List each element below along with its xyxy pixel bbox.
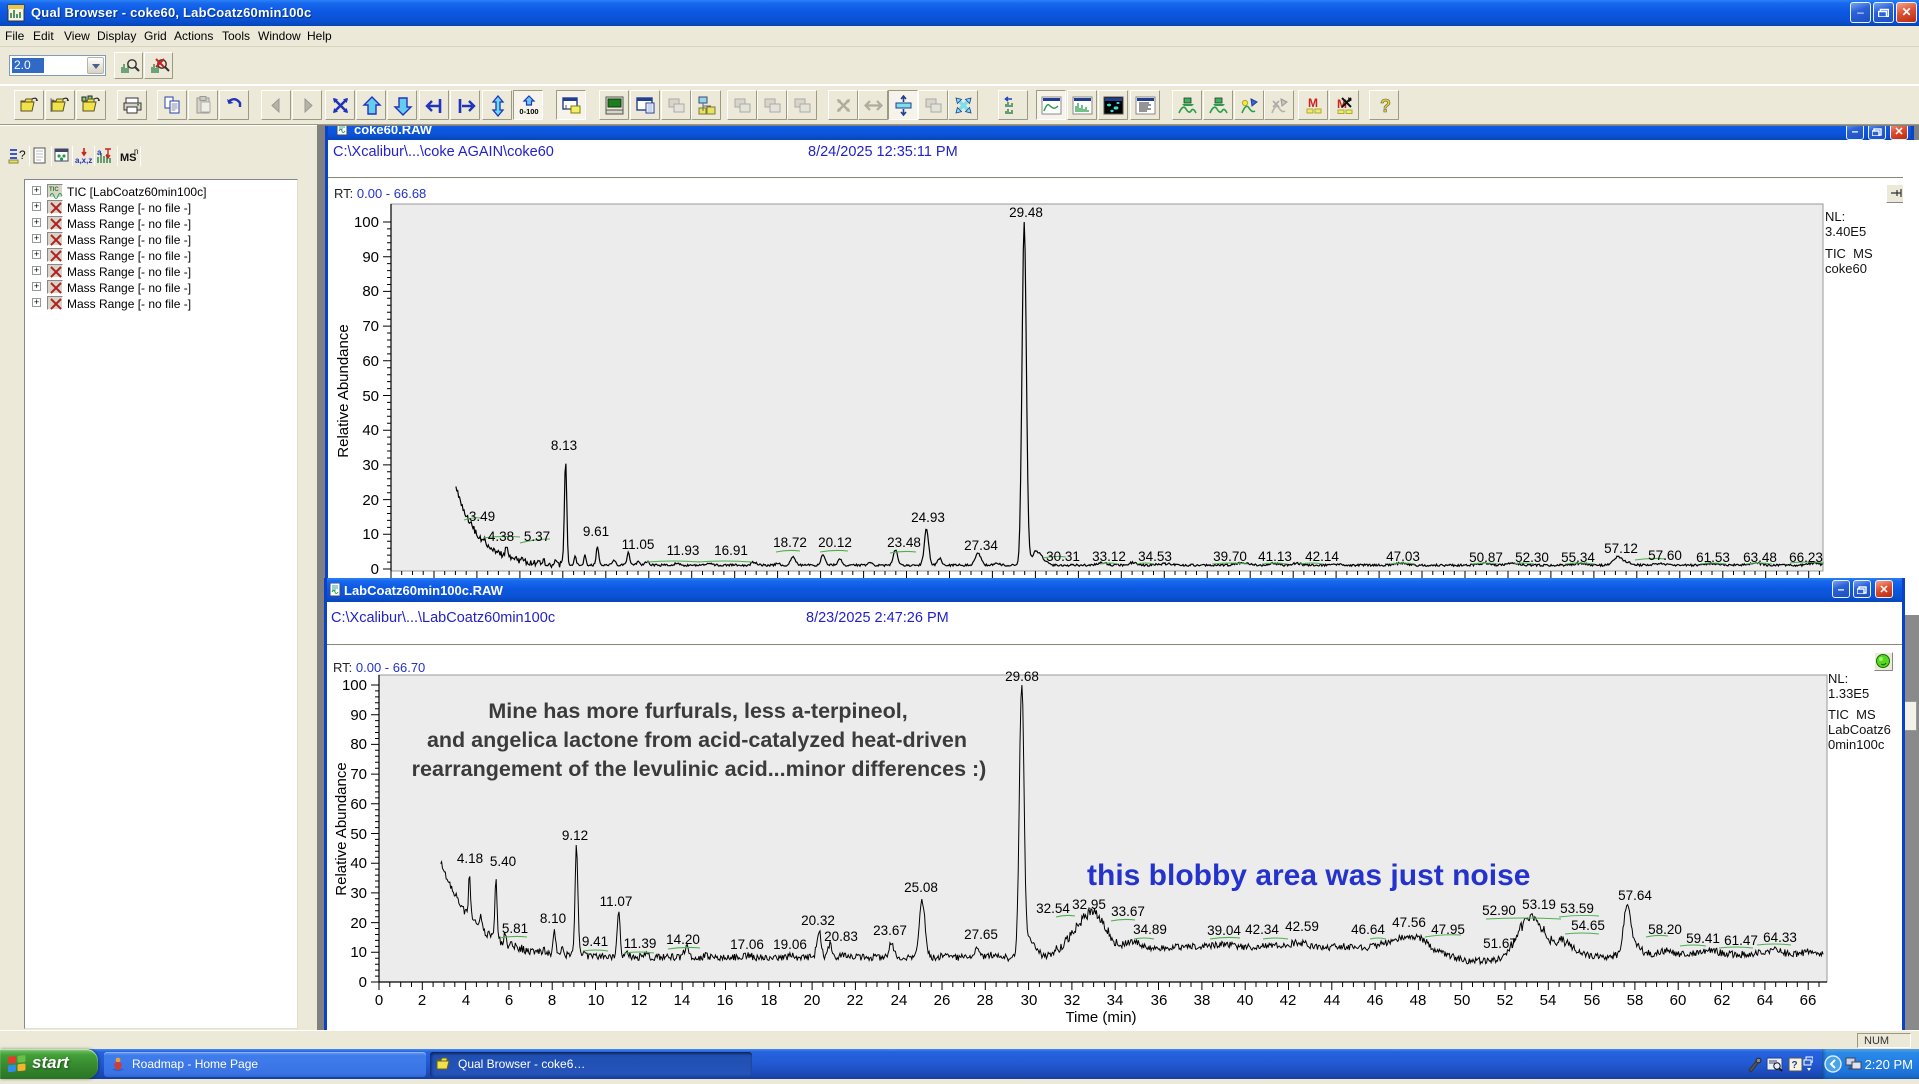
svg-text:40: 40 <box>350 855 367 872</box>
svg-text:59.41: 59.41 <box>1686 931 1720 946</box>
svg-text:33.67: 33.67 <box>1111 904 1145 919</box>
svg-text:54.65: 54.65 <box>1571 918 1605 933</box>
svg-text:57.64: 57.64 <box>1618 888 1652 903</box>
svg-text:9.12: 9.12 <box>562 828 588 843</box>
svg-text:46.64: 46.64 <box>1351 922 1385 937</box>
svg-text:a: a <box>97 148 102 157</box>
svg-text:30: 30 <box>350 885 367 902</box>
svg-text:52: 52 <box>1497 992 1514 1009</box>
svg-text:0: 0 <box>375 992 383 1009</box>
svg-text:50: 50 <box>1454 992 1471 1009</box>
svg-text:90: 90 <box>350 707 367 724</box>
svg-text:36: 36 <box>1151 992 1168 1009</box>
svg-text:22: 22 <box>847 992 864 1009</box>
svg-text:46: 46 <box>1367 992 1384 1009</box>
svg-text:58: 58 <box>1627 992 1644 1009</box>
svg-text:80: 80 <box>350 736 367 753</box>
svg-text:54: 54 <box>1540 992 1557 1009</box>
svg-text:29.68: 29.68 <box>1005 669 1039 684</box>
svg-text:60: 60 <box>350 796 367 813</box>
svg-text:64: 64 <box>1757 992 1774 1009</box>
svg-text:11.07: 11.07 <box>600 894 633 909</box>
svg-text:38: 38 <box>1194 992 1211 1009</box>
svg-text:47.95: 47.95 <box>1431 922 1465 937</box>
svg-text:18: 18 <box>761 992 778 1009</box>
svg-text:32: 32 <box>1064 992 1081 1009</box>
svg-text:9.41: 9.41 <box>582 934 608 949</box>
svg-text:5.81: 5.81 <box>502 921 528 936</box>
svg-text:6: 6 <box>505 992 513 1009</box>
svg-text:27.65: 27.65 <box>964 927 998 942</box>
svg-text:47.56: 47.56 <box>1392 915 1426 930</box>
svg-text:40: 40 <box>1237 992 1254 1009</box>
svg-text:14.20: 14.20 <box>666 932 700 947</box>
svg-text:50: 50 <box>350 826 367 843</box>
svg-text:56: 56 <box>1584 992 1601 1009</box>
svg-text:20.83: 20.83 <box>824 929 858 944</box>
svg-text:0-100: 0-100 <box>519 107 538 116</box>
svg-text:and angelica lactone from acid: and angelica lactone from acid-catalyzed… <box>427 728 967 752</box>
svg-text:66: 66 <box>1800 992 1817 1009</box>
svg-text:Mine has more furfurals, less: Mine has more furfurals, less a-terpineo… <box>488 699 907 723</box>
svg-text:?: ? <box>19 148 26 162</box>
svg-text:30: 30 <box>1021 992 1038 1009</box>
svg-text:39.04: 39.04 <box>1207 923 1241 938</box>
svg-text:a,x,z: a,x,z <box>75 156 92 165</box>
svg-text:?: ? <box>1380 96 1391 116</box>
svg-text:11.39: 11.39 <box>624 936 657 951</box>
svg-text:61.47: 61.47 <box>1724 933 1758 948</box>
svg-text:8.10: 8.10 <box>540 911 566 926</box>
svg-text:14: 14 <box>674 992 691 1009</box>
svg-text:48: 48 <box>1410 992 1427 1009</box>
svg-text:20: 20 <box>804 992 821 1009</box>
svg-text:5.40: 5.40 <box>490 854 516 869</box>
svg-text:Time (min): Time (min) <box>1065 1009 1136 1026</box>
svg-text:70: 70 <box>350 766 367 783</box>
svg-text:58.20: 58.20 <box>1648 922 1682 937</box>
svg-text:53.59: 53.59 <box>1560 901 1594 916</box>
svg-text:60: 60 <box>1670 992 1687 1009</box>
svg-text:20: 20 <box>350 915 367 932</box>
svg-text:Relative Abundance: Relative Abundance <box>333 762 350 895</box>
svg-text:51.67: 51.67 <box>1483 936 1517 951</box>
svg-text:53.19: 53.19 <box>1522 897 1556 912</box>
svg-text:19.06: 19.06 <box>773 937 807 952</box>
svg-text:42: 42 <box>1280 992 1297 1009</box>
svg-text:rearrangement of the levulinic: rearrangement of the levulinic acid...mi… <box>412 757 987 781</box>
svg-text:42.59: 42.59 <box>1285 919 1319 934</box>
svg-text:32.95: 32.95 <box>1072 897 1106 912</box>
svg-text:52.90: 52.90 <box>1482 903 1516 918</box>
svg-text:42.34: 42.34 <box>1245 922 1279 937</box>
svg-text:2: 2 <box>418 992 426 1009</box>
svg-text:0: 0 <box>359 974 367 991</box>
svg-text:25.08: 25.08 <box>904 880 938 895</box>
svg-text:44: 44 <box>1324 992 1341 1009</box>
svg-text:10: 10 <box>350 944 367 961</box>
svg-text:24: 24 <box>891 992 908 1009</box>
svg-text:64.33: 64.33 <box>1763 930 1797 945</box>
svg-text:8: 8 <box>548 992 556 1009</box>
svg-text:17.06: 17.06 <box>730 937 764 952</box>
svg-text:34: 34 <box>1107 992 1124 1009</box>
svg-text:62: 62 <box>1714 992 1731 1009</box>
svg-text:26: 26 <box>934 992 951 1009</box>
svg-text:TIC: TIC <box>49 187 59 193</box>
svg-text:12: 12 <box>631 992 648 1009</box>
svg-text:4: 4 <box>462 992 470 1009</box>
svg-text:28: 28 <box>977 992 994 1009</box>
svg-text:this blobby area was just nois: this blobby area was just noise <box>1087 859 1530 892</box>
svg-text:n: n <box>134 147 138 156</box>
svg-text:100: 100 <box>342 677 367 694</box>
svg-text:M: M <box>1308 96 1318 110</box>
svg-text:10: 10 <box>588 992 605 1009</box>
svg-text:20.32: 20.32 <box>801 913 835 928</box>
svg-text:16: 16 <box>717 992 734 1009</box>
svg-text:34.89: 34.89 <box>1133 922 1167 937</box>
svg-text:32.54: 32.54 <box>1036 901 1070 916</box>
svg-text:?: ? <box>1792 1060 1798 1071</box>
svg-text:4.18: 4.18 <box>457 851 483 866</box>
svg-text:23.67: 23.67 <box>873 923 907 938</box>
